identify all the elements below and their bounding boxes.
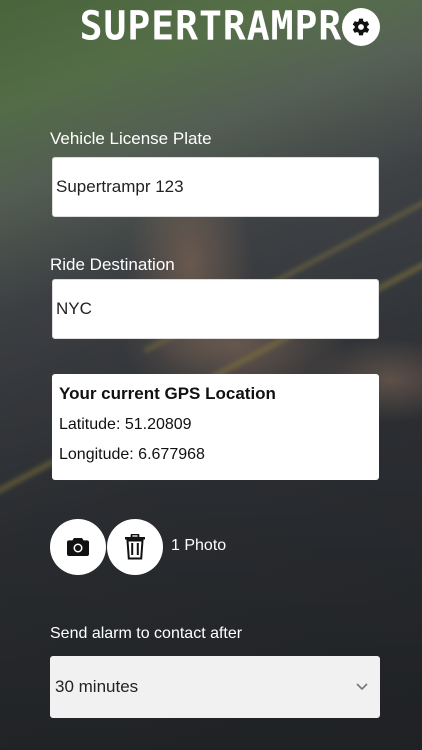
plate-input[interactable] [53, 158, 378, 216]
camera-button[interactable] [50, 519, 106, 575]
plate-field[interactable] [52, 157, 379, 217]
gps-title: Your current GPS Location [59, 384, 276, 403]
settings-button[interactable] [342, 8, 380, 46]
plate-label: Vehicle License Plate [50, 129, 212, 148]
header: SUPERTRAMPR [0, 0, 422, 60]
alarm-duration-select[interactable]: 30 minutes [50, 656, 380, 718]
gps-latitude: Latitude: 51.20809 [59, 416, 192, 433]
gear-icon [352, 18, 370, 36]
alarm-label: Send alarm to contact after [50, 625, 243, 642]
destination-input[interactable] [53, 280, 378, 338]
camera-icon [67, 538, 89, 556]
trash-icon [125, 534, 145, 560]
gps-longitude: Longitude: 6.677968 [59, 446, 205, 463]
destination-field[interactable] [52, 279, 379, 339]
gps-location-card: Your current GPS Location Latitude: 51.2… [52, 374, 379, 480]
chevron-down-icon [356, 683, 368, 691]
photo-count: 1 Photo [171, 537, 227, 554]
delete-photo-button[interactable] [107, 519, 163, 575]
alarm-selected-value: 30 minutes [55, 677, 139, 696]
destination-label: Ride Destination [50, 255, 175, 274]
